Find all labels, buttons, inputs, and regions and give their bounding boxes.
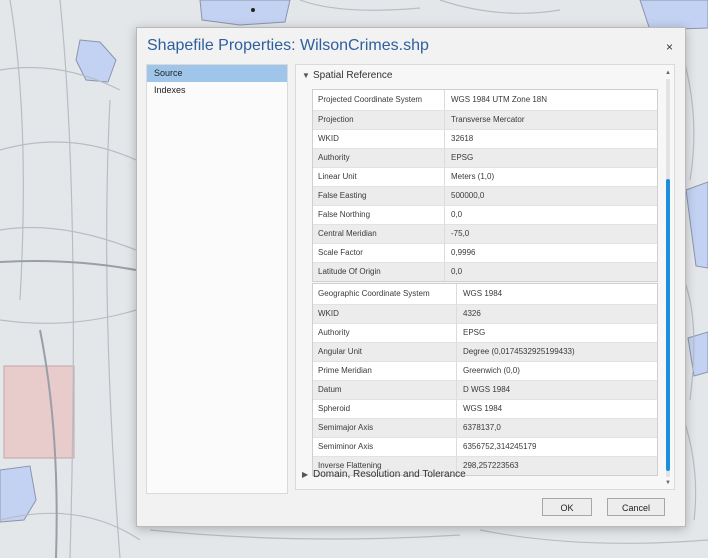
table-row: Central Meridian -75,0 [313, 225, 657, 244]
scroll-thumb[interactable] [666, 179, 670, 471]
cancel-button[interactable]: Cancel [607, 498, 665, 516]
property-key: Semiminor Axis [313, 438, 457, 456]
property-key: False Easting [313, 187, 445, 205]
close-icon[interactable]: × [666, 40, 673, 54]
spatial-reference-label: Spatial Reference [313, 70, 393, 81]
property-key: Projection [313, 111, 445, 129]
property-key: Datum [313, 381, 457, 399]
property-value: 0,0 [451, 210, 463, 219]
scroll-down-icon[interactable]: ▼ [664, 479, 672, 487]
property-value: EPSG [463, 328, 486, 337]
nav-item-indexes[interactable]: Indexes [147, 82, 287, 99]
property-value: WGS 1984 [463, 404, 503, 413]
domain-resolution-label: Domain, Resolution and Tolerance [313, 469, 466, 480]
property-value: D WGS 1984 [463, 385, 511, 394]
property-key: Semimajor Axis [313, 419, 457, 437]
table-row: Spheroid WGS 1984 [313, 400, 657, 419]
property-key: Prime Meridian [313, 362, 457, 380]
property-value: 298,257223563 [463, 461, 519, 470]
table-row: WKID 32618 [313, 130, 657, 149]
chevron-right-icon: ▶ [302, 470, 309, 479]
property-value: 500000,0 [451, 191, 485, 200]
table-row: Semiminor Axis 6356752,314245179 [313, 438, 657, 457]
table-row: Angular Unit Degree (0,0174532925199433) [313, 343, 657, 362]
property-key: Central Meridian [313, 225, 445, 243]
property-value: 32618 [451, 134, 474, 143]
table-row: Prime Meridian Greenwich (0,0) [313, 362, 657, 381]
property-value: -75,0 [451, 229, 470, 238]
property-key: Authority [313, 149, 445, 167]
property-value: 0,0 [451, 267, 463, 276]
property-key: Latitude Of Origin [313, 263, 445, 281]
property-value: Degree (0,0174532925199433) [463, 347, 575, 356]
table-row: Latitude Of Origin 0,0 [313, 263, 657, 281]
table-row: Geographic Coordinate System WGS 1984 [313, 284, 657, 305]
table-row: Scale Factor 0,9996 [313, 244, 657, 263]
nav-item-source[interactable]: Source [147, 65, 287, 82]
content-scrollbar[interactable]: ▲ ▼ [664, 69, 672, 487]
spatial-reference-header[interactable]: ▼ Spatial Reference [302, 68, 393, 84]
table-row: Datum D WGS 1984 [313, 381, 657, 400]
property-value: Transverse Mercator [451, 115, 525, 124]
table-row: False Easting 500000,0 [313, 187, 657, 206]
property-key: Geographic Coordinate System [313, 284, 457, 304]
table-row: Projected Coordinate System WGS 1984 UTM… [313, 90, 657, 111]
property-value: 4326 [463, 309, 481, 318]
table-row: Projection Transverse Mercator [313, 111, 657, 130]
property-key: Projected Coordinate System [313, 90, 445, 110]
source-content-pane: ▼ Spatial Reference Projected Coordinate … [295, 64, 675, 490]
table-row: Authority EPSG [313, 149, 657, 168]
dialog-title: Shapefile Properties: WilsonCrimes.shp [147, 37, 429, 54]
property-value: 6356752,314245179 [463, 442, 537, 451]
property-value: Greenwich (0,0) [463, 366, 520, 375]
property-value: EPSG [451, 153, 474, 162]
chevron-down-icon: ▼ [302, 71, 310, 80]
domain-resolution-header[interactable]: ▶ Domain, Resolution and Tolerance [302, 467, 466, 483]
geographic-coordinate-table: Geographic Coordinate System WGS 1984 WK… [312, 283, 658, 476]
table-row: Semimajor Axis 6378137,0 [313, 419, 657, 438]
property-value: WGS 1984 UTM Zone 18N [451, 95, 548, 104]
table-row: Linear Unit Meters (1,0) [313, 168, 657, 187]
table-row: Authority EPSG [313, 324, 657, 343]
property-value: WGS 1984 [463, 289, 503, 298]
scroll-up-icon[interactable]: ▲ [664, 69, 672, 77]
property-value: Meters (1,0) [451, 172, 495, 181]
property-key: WKID [313, 305, 457, 323]
property-key: Scale Factor [313, 244, 445, 262]
property-key: Linear Unit [313, 168, 445, 186]
property-value: 6378137,0 [463, 423, 501, 432]
property-key: Authority [313, 324, 457, 342]
table-row: False Northing 0,0 [313, 206, 657, 225]
table-row: WKID 4326 [313, 305, 657, 324]
shapefile-properties-dialog: Shapefile Properties: WilsonCrimes.shp ×… [136, 27, 686, 527]
property-key: WKID [313, 130, 445, 148]
properties-nav: Source Indexes [146, 64, 288, 494]
projected-coordinate-table: Projected Coordinate System WGS 1984 UTM… [312, 89, 658, 282]
property-key: Spheroid [313, 400, 457, 418]
ok-button[interactable]: OK [542, 498, 592, 516]
property-key: Angular Unit [313, 343, 457, 361]
property-key: False Northing [313, 206, 445, 224]
property-value: 0,9996 [451, 248, 476, 257]
